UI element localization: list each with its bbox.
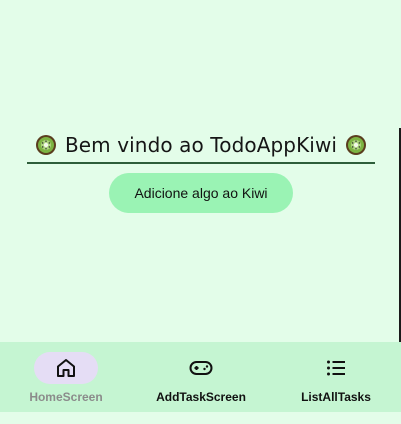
kiwi-icon — [35, 135, 56, 155]
nav-item-add-task[interactable]: AddTaskScreen — [146, 352, 256, 408]
nav-item-list-tasks[interactable]: ListAllTasks — [281, 352, 391, 408]
app-root: Bem vindo ao TodoAppKiwi Adicione algo a… — [0, 0, 401, 424]
nav-label-home: HomeScreen — [29, 390, 103, 404]
welcome-title: Bem vindo ao TodoAppKiwi — [64, 133, 338, 157]
welcome-header: Bem vindo ao TodoAppKiwi — [27, 128, 375, 164]
nav-item-home[interactable]: HomeScreen — [11, 352, 121, 408]
nav-label-add-task: AddTaskScreen — [156, 390, 246, 404]
nav-icon-container — [304, 352, 368, 384]
kiwi-icon — [346, 135, 367, 155]
gamepad-icon — [189, 361, 213, 375]
bottom-spacer — [0, 412, 401, 424]
nav-label-list-tasks: ListAllTasks — [301, 390, 371, 404]
nav-icon-container — [169, 352, 233, 384]
add-to-kiwi-button[interactable]: Adicione algo ao Kiwi — [109, 173, 293, 213]
active-indicator — [34, 352, 98, 384]
home-screen: Bem vindo ao TodoAppKiwi Adicione algo a… — [0, 0, 401, 342]
home-icon — [57, 359, 75, 377]
bottom-navigation-bar: HomeScreen AddTaskScreen ListAllTasks — [0, 342, 401, 412]
list-icon — [327, 360, 345, 376]
